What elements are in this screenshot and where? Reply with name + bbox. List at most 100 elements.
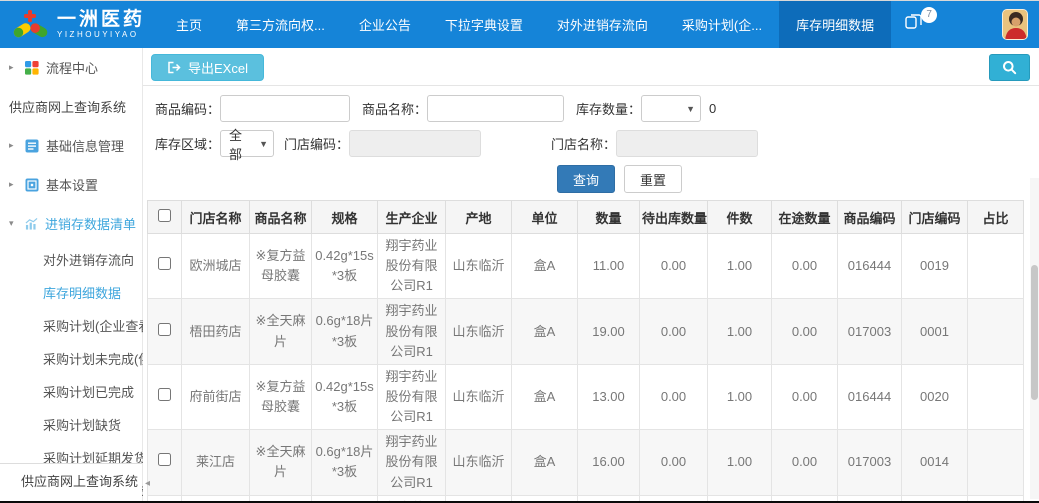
cell-product-name: ※复方益母胶囊 — [250, 364, 312, 429]
stock-qty-select[interactable]: ▼ — [641, 95, 701, 122]
sidebar-sub-purchase-plan-unfinished[interactable]: 采购计划未完成(供应... — [0, 342, 142, 375]
cell-ratio — [968, 299, 1024, 364]
cell-pending-out: 0.00 — [640, 299, 708, 364]
avatar[interactable] — [1002, 9, 1028, 40]
cell-in-transit: 0.00 — [772, 299, 838, 364]
cell-product-name: ※复方益母胶囊 — [250, 234, 312, 299]
search-button[interactable] — [989, 54, 1030, 81]
cell-pending-out: 0.00 — [640, 430, 708, 495]
sidebar-sub-external-invoicing-flow[interactable]: 对外进销存流向 — [0, 243, 142, 276]
cell-store-code: 0014 — [902, 430, 968, 495]
cell-store-name: 梧田药店 — [182, 299, 250, 364]
sidebar-sub-inventory-detail[interactable]: 库存明细数据 — [0, 276, 142, 309]
sidebar-item-basic-settings[interactable]: ▸ 基本设置 — [0, 165, 142, 204]
cell-pending-out: 0.00 — [640, 364, 708, 429]
inventory-table: 门店名称 商品名称 规格 生产企业 产地 单位 数量 待出库数量 件数 在途数量… — [147, 200, 1024, 501]
cell-in-transit: 0.00 — [772, 364, 838, 429]
product-name-input[interactable] — [427, 95, 564, 122]
row-checkbox[interactable] — [158, 453, 171, 466]
sidebar-footer[interactable]: 供应商网上查询系统 — [0, 463, 142, 499]
col-product-name: 商品名称 — [250, 201, 312, 234]
brand-subtitle: YIZHOUYIYAO — [57, 30, 145, 39]
nav-item-purchase-plan[interactable]: 采购计划(企... — [665, 1, 779, 48]
stock-region-select-value: 全部 — [229, 125, 254, 163]
cell-origin: 山东临沂 — [446, 364, 512, 429]
open-windows-button[interactable]: 7 — [891, 1, 935, 48]
cell-spec: 0.6g*18片*3板 — [312, 430, 378, 495]
pills-logo-icon — [10, 8, 50, 42]
stock-region-label: 库存区域： — [155, 134, 220, 153]
export-icon — [167, 61, 181, 74]
avatar-image — [1003, 10, 1028, 40]
nav-item-company-announcements[interactable]: 企业公告 — [342, 1, 428, 48]
chart-icon — [25, 217, 38, 231]
cell-in-transit: 0.00 — [772, 430, 838, 495]
cell-store-name: 府前街店 — [182, 364, 250, 429]
cell-spec: 0.6g*18片*3板 — [312, 299, 378, 364]
brand-logo[interactable]: 一洲医药 YIZHOUYIYAO — [0, 1, 159, 48]
export-excel-button[interactable]: 导出EXcel — [151, 54, 264, 81]
filter-panel: 商品编码： 商品名称： 库存数量： ▼ 0 库存区域： 全部 ▼ 门店编码： — [143, 86, 1039, 193]
chevron-down-icon: ▼ — [259, 139, 268, 149]
nav-item-dropdown-dictionary[interactable]: 下拉字典设置 — [428, 1, 540, 48]
cell-in-transit: 0.00 — [772, 234, 838, 299]
sidebar-item-basic-info[interactable]: ▸ 基础信息管理 — [0, 126, 142, 165]
cell-unit: 盒A — [512, 234, 578, 299]
stock-qty-suffix: 0 — [709, 101, 716, 116]
scroll-left-arrow-icon[interactable]: ◂ — [145, 478, 150, 489]
document-icon — [25, 139, 39, 153]
cell-manufacturer: 翔宇药业股份有限公司R1 — [378, 364, 446, 429]
store-code-input[interactable] — [349, 130, 481, 157]
caret-right-icon: ▸ — [9, 62, 18, 73]
product-code-input[interactable] — [220, 95, 350, 122]
col-store-name: 门店名称 — [182, 201, 250, 234]
main-content: 导出EXcel 商品编码： 商品名称： 库存数量： ▼ 0 — [143, 48, 1039, 501]
row-select-cell — [148, 430, 182, 495]
col-unit: 单位 — [512, 201, 578, 234]
product-name-label: 商品名称： — [362, 99, 427, 118]
nav-item-inventory-detail[interactable]: 库存明细数据 — [779, 1, 891, 48]
cell-unit: 盒A — [512, 364, 578, 429]
table-header-row: 门店名称 商品名称 规格 生产企业 产地 单位 数量 待出库数量 件数 在途数量… — [148, 201, 1024, 234]
table-row: 莱江店 ※全天麻片 0.6g*18片*3板 翔宇药业股份有限公司R1 山东临沂 … — [148, 430, 1024, 495]
product-code-label: 商品编码： — [155, 99, 220, 118]
select-all-checkbox[interactable] — [158, 209, 171, 222]
nav-item-third-party-flow[interactable]: 第三方流向权... — [219, 1, 342, 48]
sidebar-item-label: 进销存数据清单 — [45, 214, 136, 233]
sidebar-sub-purchase-plan-finished[interactable]: 采购计划已完成 — [0, 375, 142, 408]
cell-manufacturer: 翔宇药业股份有限公司R1 — [378, 299, 446, 364]
cell-spec: 0.42g*15s*3板 — [312, 234, 378, 299]
search-icon — [1002, 60, 1017, 75]
sidebar-item-process-center[interactable]: ▸ 流程中心 — [0, 48, 142, 87]
scrollbar-thumb[interactable] — [1031, 265, 1038, 400]
select-all-cell — [148, 201, 182, 234]
cell-origin: 山东临沂 — [446, 299, 512, 364]
row-checkbox[interactable] — [158, 388, 171, 401]
cell-product-name: ※全天麻片 — [250, 299, 312, 364]
col-store-code: 门店编码 — [902, 201, 968, 234]
sidebar-item-inventory-data-list[interactable]: ▾ 进销存数据清单 — [0, 204, 142, 243]
col-pending-out: 待出库数量 — [640, 201, 708, 234]
sidebar-item-label: 基础信息管理 — [46, 136, 124, 155]
nav-item-external-invoicing-flow[interactable]: 对外进销存流向 — [540, 1, 665, 48]
cell-store-name: 莱江店 — [182, 430, 250, 495]
workflow-grid-icon — [25, 61, 39, 75]
sidebar-section-title: 供应商网上查询系统 — [0, 87, 142, 126]
sidebar-sub-purchase-plan-company-view[interactable]: 采购计划(企业查看) — [0, 309, 142, 342]
reset-button[interactable]: 重置 — [624, 165, 682, 193]
main-nav: 主页 第三方流向权... 企业公告 下拉字典设置 对外进销存流向 采购计划(企.… — [159, 1, 935, 48]
row-checkbox[interactable] — [158, 323, 171, 336]
query-button[interactable]: 查询 — [557, 165, 615, 193]
caret-down-icon: ▾ — [9, 218, 18, 229]
stock-region-select[interactable]: 全部 ▼ — [220, 130, 274, 157]
cell-store-code: 0019 — [902, 234, 968, 299]
nav-item-home[interactable]: 主页 — [159, 1, 219, 48]
filter-row-1: 商品编码： 商品名称： 库存数量： ▼ 0 — [153, 95, 1029, 122]
cell-manufacturer: 翔宇药业股份有限公司R1 — [378, 234, 446, 299]
sidebar: ▸ 流程中心 供应商网上查询系统 ▸ 基础信息管理 ▸ — [0, 48, 143, 501]
sidebar-sub-purchase-plan-shortage[interactable]: 采购计划缺货 — [0, 408, 142, 441]
row-checkbox[interactable] — [158, 257, 171, 270]
store-name-input[interactable] — [616, 130, 758, 157]
vertical-scrollbar[interactable] — [1030, 178, 1039, 499]
col-product-code: 商品编码 — [838, 201, 902, 234]
